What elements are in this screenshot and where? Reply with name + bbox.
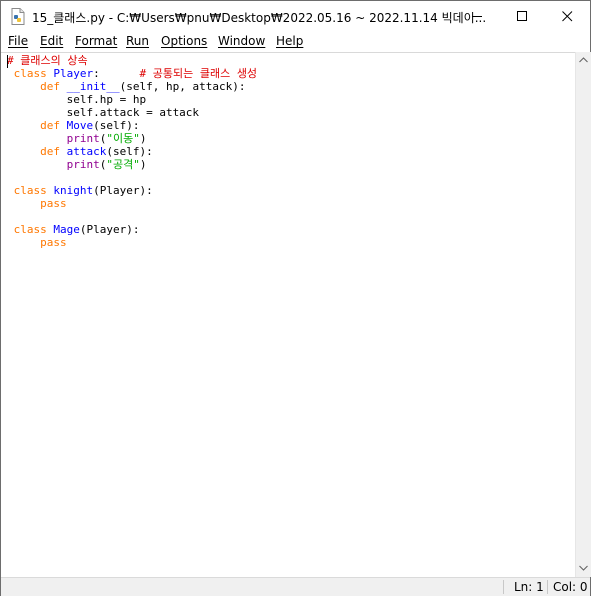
- code-token: self.attack = attack: [7, 106, 200, 119]
- code-token: class: [13, 184, 47, 197]
- vertical-scrollbar[interactable]: [575, 52, 591, 577]
- code-token: (Player):: [93, 184, 153, 197]
- text-cursor: [7, 55, 8, 68]
- code-token: def: [40, 119, 60, 132]
- menu-run[interactable]: Run: [126, 34, 149, 48]
- code-token: "이동": [106, 132, 140, 145]
- code-token: attack: [66, 145, 107, 158]
- status-separator: [547, 580, 548, 594]
- code-editor[interactable]: # 클래스의 상속 class Player: # 공통되는 클래스 생성 de…: [1, 52, 575, 578]
- code-token: # 클래스의 상속: [7, 54, 88, 67]
- menu-format[interactable]: Format: [75, 34, 117, 48]
- code-line: def Move(self):: [7, 119, 139, 132]
- maximize-button[interactable]: [500, 1, 545, 32]
- code-token: __init__: [66, 80, 120, 93]
- minimize-button[interactable]: [455, 1, 500, 32]
- code-token: def: [40, 80, 60, 93]
- code-line: class Player: # 공통되는 클래스 생성: [7, 67, 257, 80]
- status-line: Ln: 1: [514, 580, 544, 594]
- code-token: ): [139, 132, 147, 145]
- maximize-icon: [517, 11, 527, 21]
- code-token: print: [66, 132, 100, 145]
- code-token: Player: [53, 67, 94, 80]
- status-separator: [503, 580, 504, 594]
- scroll-down-icon[interactable]: [579, 565, 588, 571]
- code-token: pass: [40, 236, 67, 249]
- code-token: knight: [53, 184, 94, 197]
- code-line: self.hp = hp: [7, 93, 146, 106]
- code-line: class Mage(Player):: [7, 223, 140, 236]
- code-token: def: [40, 145, 60, 158]
- code-token: (self, hp, attack):: [119, 80, 246, 93]
- minimize-icon: [472, 16, 482, 17]
- code-line: pass: [7, 236, 67, 249]
- window-title: 15_클래스.py - C:₩Users₩pnu₩Desktop₩2022.05…: [32, 11, 487, 25]
- code-token: class: [13, 223, 47, 236]
- code-line: class knight(Player):: [7, 184, 153, 197]
- code-token: class: [13, 67, 47, 80]
- code-token: (self):: [93, 119, 140, 132]
- code-token: pass: [40, 197, 67, 210]
- code-token: Mage: [53, 223, 80, 236]
- status-bar: Ln: 1 Col: 0: [1, 577, 590, 596]
- code-token: (Player):: [79, 223, 140, 236]
- menu-bar: File Edit Format Run Options Window Help: [1, 32, 590, 52]
- code-line: self.attack = attack: [7, 106, 199, 119]
- menu-file[interactable]: File: [8, 34, 28, 48]
- menu-window[interactable]: Window: [218, 34, 265, 48]
- code-line: def __init__(self, hp, attack):: [7, 80, 245, 93]
- code-token: Move: [66, 119, 94, 132]
- status-column: Col: 0: [553, 580, 588, 594]
- code-line: def attack(self):: [7, 145, 153, 158]
- code-line: print("공격"): [7, 158, 147, 171]
- title-bar[interactable]: 15_클래스.py - C:₩Users₩pnu₩Desktop₩2022.05…: [1, 1, 590, 32]
- close-button[interactable]: [545, 1, 590, 32]
- menu-help[interactable]: Help: [276, 34, 303, 48]
- code-token: self.hp = hp: [7, 93, 147, 106]
- code-token: :: [93, 67, 140, 80]
- menu-options[interactable]: Options: [161, 34, 207, 48]
- idle-editor-window: 15_클래스.py - C:₩Users₩pnu₩Desktop₩2022.05…: [0, 0, 591, 596]
- python-file-icon: [10, 8, 26, 25]
- close-icon: [562, 11, 573, 22]
- code-token: ): [139, 158, 147, 171]
- code-token: (self):: [106, 145, 153, 158]
- code-token: print: [66, 158, 100, 171]
- code-token: # 공통되는 클래스 생성: [139, 67, 258, 80]
- code-line: pass: [7, 197, 67, 210]
- scroll-up-icon[interactable]: [579, 57, 588, 63]
- code-token: "공격": [106, 158, 140, 171]
- code-line: print("이동"): [7, 132, 147, 145]
- code-line: # 클래스의 상속: [7, 54, 88, 67]
- menu-edit[interactable]: Edit: [40, 34, 63, 48]
